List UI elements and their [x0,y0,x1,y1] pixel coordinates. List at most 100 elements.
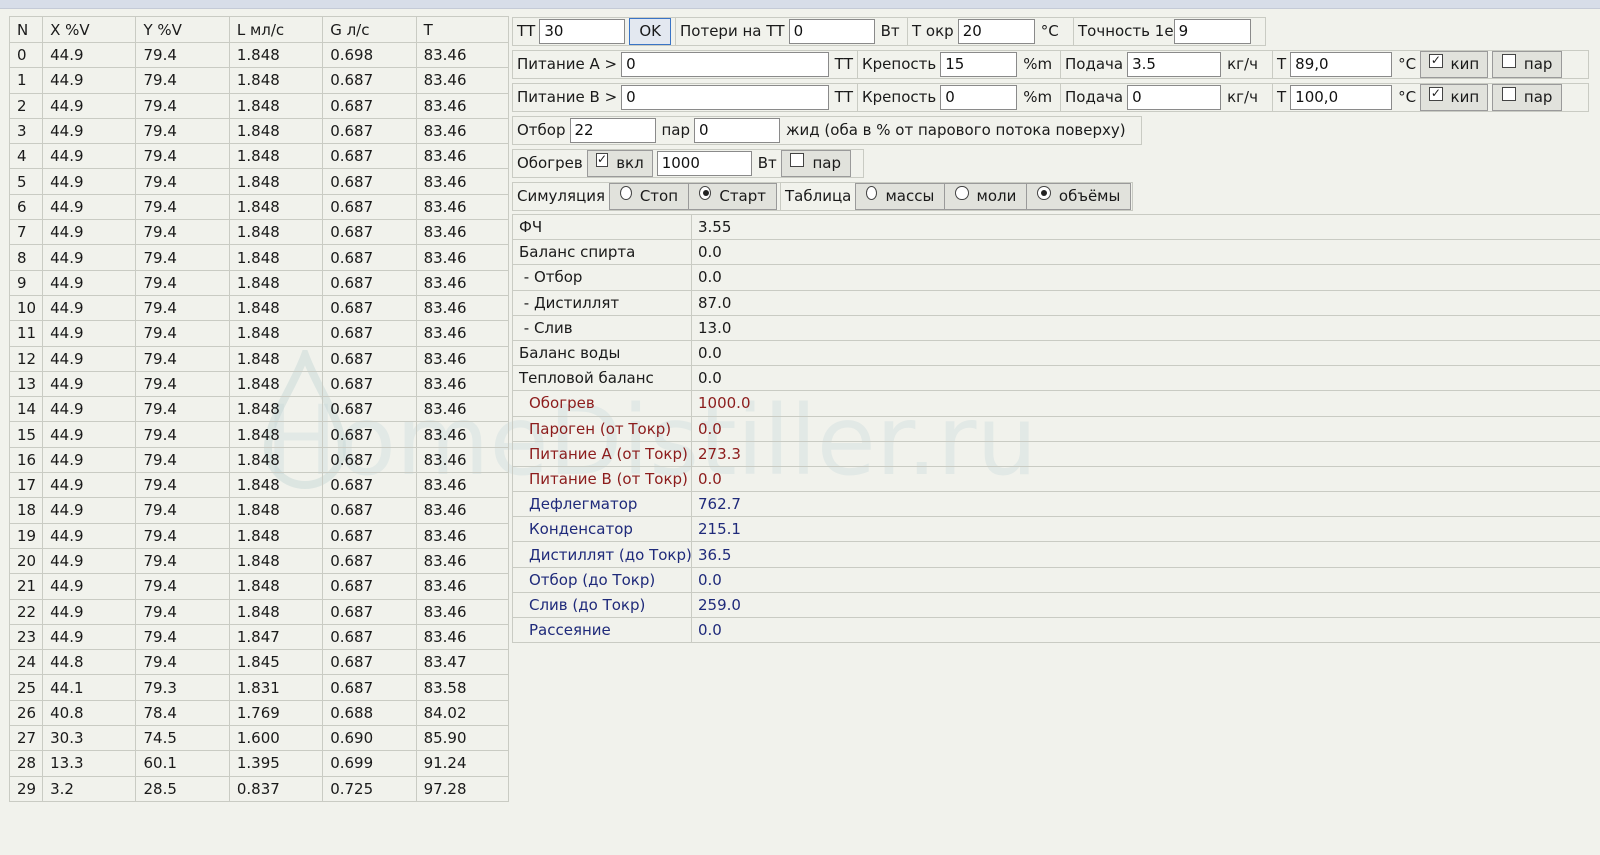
feed-a-strength-input[interactable] [940,51,1018,77]
stages-cell: 0.687 [322,573,417,600]
precision-input[interactable] [1173,18,1251,44]
result-row: Баланс спирта 0.0 [512,239,1600,266]
feed-a-t-input[interactable] [1290,51,1393,77]
feed-b-label: Питание B > [517,88,618,106]
table-row: 16 44.9 79.4 1.848 0.687 83.46 [8,446,510,474]
precision-label: Точность 1е [1078,22,1174,40]
stages-cell: 7 [8,219,44,246]
tamb-unit: °C [1040,22,1059,40]
table-mass-radio[interactable]: массы [855,182,946,210]
sim-start-radio[interactable]: Старт [689,182,778,210]
feed-b-unit: ТТ [834,88,853,106]
heat-steam-checkbox[interactable]: пар [780,149,851,177]
table-moles-radio[interactable]: моли [945,182,1028,210]
stages-header-cell: G л/с [322,16,417,43]
table-row: 11 44.9 79.4 1.848 0.687 83.46 [8,320,510,347]
stages-cell: 1.848 [228,269,324,296]
tt-input[interactable] [539,18,626,44]
stages-cell: 79.4 [135,573,230,600]
checkbox-empty-icon [790,153,805,167]
stages-cell: 44.9 [42,446,137,474]
checkbox-empty-icon [1501,54,1516,68]
stages-cell: 0.687 [322,497,417,524]
draw-liquid-input[interactable] [694,117,781,143]
feed-a-flow-input[interactable] [1127,51,1222,77]
stages-cell: 27 [8,725,44,752]
feed-a-steam-checkbox[interactable]: пар [1492,50,1563,78]
tamb-input[interactable] [957,18,1035,44]
stages-cell: 1.395 [228,750,324,777]
stages-cell: 79.4 [135,649,230,676]
table-row: 14 44.9 79.4 1.848 0.687 83.46 [8,396,510,423]
stages-cell: 85.90 [415,725,510,752]
stages-cell: 1.848 [228,41,324,69]
sim-stop-radio[interactable]: Стоп [609,182,690,210]
result-row: - Слив 13.0 [512,314,1600,341]
stages-cell: 8 [8,244,44,271]
feed-a-boil-checkbox[interactable]: ✓ кип [1420,50,1489,78]
losses-unit: Вт [880,22,900,40]
tt-label: ТТ [517,22,536,40]
stages-cell: 1.848 [228,547,324,575]
stages-cell: 0.725 [322,775,417,802]
stages-cell: 0.687 [322,193,417,221]
stages-cell: 12 [8,345,44,372]
stages-cell: 0.687 [322,396,417,423]
stages-cell: 83.46 [415,623,510,651]
stages-cell: 1.600 [228,725,324,752]
feed-b-steam-checkbox[interactable]: пар [1492,83,1563,111]
stages-cell: 79.4 [135,421,230,448]
stages-cell: 83.46 [415,598,510,625]
stages-cell: 79.4 [135,345,230,372]
stages-cell: 0.687 [322,472,417,499]
stages-cell: 44.9 [42,269,137,296]
stages-cell: 44.9 [42,41,137,69]
stages-cell: 83.46 [415,294,510,322]
table-row: 27 30.3 74.5 1.600 0.690 85.90 [8,725,510,752]
stages-cell: 79.4 [135,370,230,398]
table-row: 24 44.8 79.4 1.845 0.687 83.47 [8,649,510,676]
stages-cell: 83.58 [415,674,510,701]
stages-cell: 83.46 [415,193,510,221]
stages-cell: 1.848 [228,497,324,524]
row-feed-b: Питание B > ТТ Крепость %m Подача кг/ч Т… [512,82,1600,112]
row-tt: ТТ OK Потери на ТТ Вт Т окр °C Точность … [512,16,1600,46]
feed-b-t-input[interactable] [1290,84,1393,110]
result-label: Баланс спирта [512,239,692,266]
result-label: - Слив [512,314,692,341]
ok-button[interactable]: OK [629,17,671,45]
feed-b-t-label: Т [1277,88,1287,106]
stages-cell: 1.848 [228,294,324,322]
table-row: 28 13.3 60.1 1.395 0.699 91.24 [8,750,510,777]
table-volumes-radio[interactable]: объёмы [1027,182,1132,210]
heat-power-input[interactable] [656,150,752,176]
stages-cell: 83.46 [415,117,510,145]
result-label: Питание B (от Токр) [512,465,692,493]
feed-b-input[interactable] [621,84,829,110]
table-row: 22 44.9 79.4 1.848 0.687 83.46 [8,598,510,625]
stages-cell: 44.9 [42,219,137,246]
stages-cell: 1.848 [228,143,324,170]
feed-a-input[interactable] [621,51,829,77]
results-table: ФЧ 3.55 Баланс спирта 0.0 - Отбор 0.0 - Дист… [512,213,1600,644]
sim-label: Симуляция [517,187,606,205]
stages-cell: 0.687 [322,522,417,549]
stages-cell: 79.4 [135,396,230,423]
stages-header-cell: Y %V [135,16,230,43]
stages-cell: 1.848 [228,370,324,398]
feed-a-group: Питание A > ТТ [512,49,858,79]
losses-input[interactable] [788,18,875,44]
draw-steam-input[interactable] [569,117,656,143]
stages-cell: 83.46 [415,370,510,398]
feed-b-boil-checkbox[interactable]: ✓ кип [1420,83,1489,111]
feed-b-t-unit: °C [1398,88,1417,106]
feed-b-strength-input[interactable] [940,84,1018,110]
stages-cell: 0.687 [322,345,417,372]
heat-on-checkbox[interactable]: ✓ вкл [586,149,653,177]
result-label: - Дистиллят [512,289,692,316]
table-label: Таблица [785,187,852,205]
feed-b-flow-input[interactable] [1127,84,1222,110]
result-value: 0.0 [691,239,1600,266]
stages-cell: 83.46 [415,345,510,372]
table-row: 13 44.9 79.4 1.848 0.687 83.46 [8,370,510,398]
